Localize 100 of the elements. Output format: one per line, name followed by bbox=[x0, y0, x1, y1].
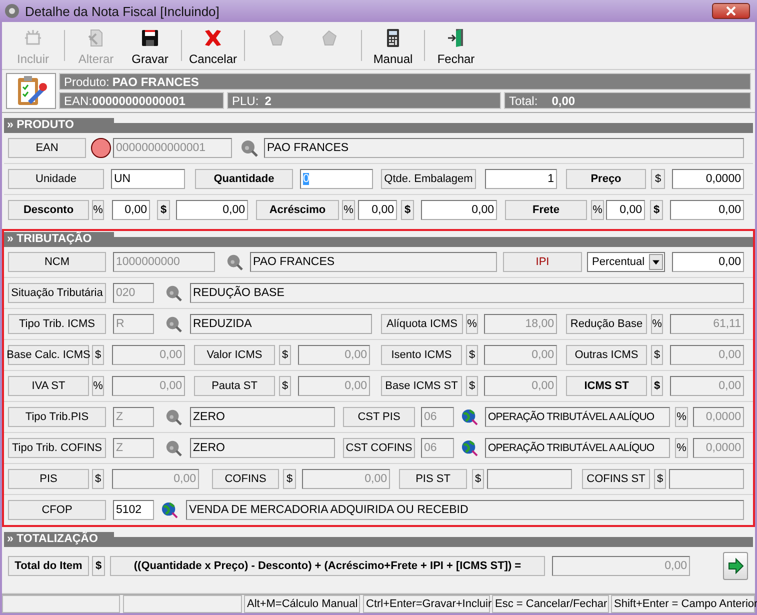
unit-label: % bbox=[92, 200, 104, 220]
search-icon[interactable] bbox=[165, 439, 182, 457]
product-text: Produto: bbox=[64, 74, 110, 88]
caret-icon bbox=[649, 254, 663, 270]
product-value: PAO FRANCES bbox=[112, 74, 199, 88]
field-label: ((Quantidade x Preço) - Desconto) + (Acréscimo+Frete + IPI + [ICMS ST]) = bbox=[110, 556, 545, 576]
globe-search-icon[interactable] bbox=[461, 439, 478, 457]
unit-label: $ bbox=[92, 556, 105, 576]
field-label: Pauta ST bbox=[194, 376, 275, 396]
field-label: Alíquota ICMS bbox=[381, 314, 463, 334]
input-field[interactable]: 0,00 bbox=[358, 200, 397, 220]
unit-label: $ bbox=[401, 200, 414, 220]
field-label: Tipo Trib. ICMS bbox=[8, 314, 106, 334]
field-label: Total do Item bbox=[8, 556, 89, 576]
field-label: Base ICMS ST bbox=[381, 376, 462, 396]
ean-value: 00000000000001 bbox=[92, 94, 186, 108]
section-header: » PRODUTO bbox=[4, 118, 114, 133]
unit-label: $ bbox=[654, 469, 666, 489]
input-field[interactable]: 0,00 bbox=[606, 200, 645, 220]
total-text: Total: bbox=[509, 94, 538, 108]
input-field[interactable]: 0 bbox=[300, 169, 373, 189]
field-label: PIS ST bbox=[399, 469, 467, 489]
input-field[interactable]: 0,00 bbox=[670, 200, 744, 220]
ean-text: EAN: bbox=[64, 94, 92, 108]
input-field[interactable]: 0,00 bbox=[672, 252, 744, 272]
search-icon[interactable] bbox=[165, 284, 182, 302]
field-label: PIS bbox=[8, 469, 89, 489]
field-label: Qtde. Embalagem bbox=[381, 169, 476, 189]
input-field[interactable]: OPERAÇÃO TRIBUTÁVEL A ALÍQUO bbox=[485, 407, 670, 427]
close-icon bbox=[726, 6, 736, 16]
unit-label: $ bbox=[651, 169, 665, 189]
input-field[interactable] bbox=[487, 469, 572, 489]
field-label: CFOP bbox=[8, 500, 106, 520]
unit-label: $ bbox=[92, 469, 104, 489]
close-button[interactable] bbox=[712, 3, 750, 19]
plu-text: PLU: bbox=[232, 94, 259, 108]
unit-label: % bbox=[591, 200, 604, 220]
input-field[interactable]: 1 bbox=[485, 169, 557, 189]
toolbar-button[interactable]: Gravar bbox=[126, 24, 174, 67]
globe-search-icon[interactable] bbox=[461, 408, 478, 426]
field-label: COFINS bbox=[212, 469, 279, 489]
input-field[interactable]: REDUZIDA bbox=[190, 314, 372, 334]
field-label: Tipo Trib. COFINS bbox=[8, 438, 106, 458]
input-field[interactable]: 0,0000 bbox=[672, 169, 744, 189]
field-label: Outras ICMS bbox=[566, 345, 647, 365]
field-label: Desconto bbox=[8, 200, 89, 220]
input-field[interactable]: 0,00 bbox=[421, 200, 497, 220]
unit-label: % bbox=[675, 438, 688, 458]
unit-label: $ bbox=[651, 376, 663, 396]
input-field[interactable]: REDUÇÃO BASE bbox=[190, 283, 744, 303]
field-label: Frete bbox=[505, 200, 587, 220]
section-header: » TRIBUTAÇÃO bbox=[4, 232, 114, 247]
input-field[interactable]: PAO FRANCES bbox=[250, 252, 497, 272]
field-label: Tipo Trib.PIS bbox=[8, 407, 106, 427]
search-icon[interactable] bbox=[226, 253, 243, 271]
field-label: Valor ICMS bbox=[194, 345, 275, 365]
input-field[interactable] bbox=[669, 469, 744, 489]
input-field[interactable]: VENDA DE MERCADORIA ADQUIRIDA OU RECEBID bbox=[186, 500, 744, 520]
status-panel: Esc = Cancelar/Fechar bbox=[492, 595, 609, 613]
globe-search-icon[interactable] bbox=[161, 501, 178, 519]
toolbar-button[interactable]: Cancelar bbox=[189, 24, 237, 67]
field-label: Acréscimo bbox=[256, 200, 339, 220]
input-field[interactable]: PAO FRANCES bbox=[264, 138, 744, 158]
field-label: Base Calc. ICMS bbox=[8, 345, 89, 365]
unit-label: $ bbox=[283, 469, 296, 489]
total-value: 0,00 bbox=[552, 94, 576, 108]
unit-label: $ bbox=[279, 376, 291, 396]
search-icon[interactable] bbox=[165, 315, 182, 333]
input-field[interactable]: ZERO bbox=[190, 407, 335, 427]
input-field[interactable]: 0,00 bbox=[176, 200, 248, 220]
field-label: IVA ST bbox=[8, 376, 89, 396]
input-field[interactable]: 5102 bbox=[113, 500, 154, 520]
unit-label: $ bbox=[651, 345, 663, 365]
input-field[interactable]: UN bbox=[111, 169, 185, 189]
field-label: Unidade bbox=[8, 169, 104, 189]
field-label: NCM bbox=[8, 252, 106, 272]
search-icon[interactable] bbox=[240, 139, 258, 157]
dropdown[interactable]: Percentual bbox=[587, 252, 665, 272]
unit-label: $ bbox=[472, 469, 484, 489]
field-label: Quantidade bbox=[195, 169, 293, 189]
status-panel: Alt+M=Cálculo Manual bbox=[244, 595, 360, 613]
unit-label: $ bbox=[650, 200, 663, 220]
field-label: EAN bbox=[8, 138, 86, 158]
unit-label: $ bbox=[92, 345, 104, 365]
toolbar-button[interactable]: Manual bbox=[369, 24, 417, 67]
input-field[interactable]: 0,00 bbox=[112, 200, 150, 220]
toolbar-button[interactable]: Fechar bbox=[432, 24, 480, 67]
arrow-icon bbox=[726, 557, 744, 575]
next-button[interactable] bbox=[723, 552, 748, 580]
window-title: Detalhe da Nota Fiscal [Incluindo] bbox=[25, 4, 220, 18]
input-field[interactable]: ZERO bbox=[190, 438, 335, 458]
unit-label: % bbox=[342, 200, 355, 220]
status-panel: Ctrl+Enter=Gravar+Incluir bbox=[363, 595, 490, 613]
unit-label: $ bbox=[279, 345, 291, 365]
search-icon[interactable] bbox=[165, 408, 182, 426]
field-label: CST PIS bbox=[343, 407, 415, 427]
unit-label: $ bbox=[466, 345, 478, 365]
unit-label: % bbox=[92, 376, 104, 396]
field-label: Preço bbox=[566, 169, 646, 189]
input-field[interactable]: OPERAÇÃO TRIBUTÁVEL A ALÍQUO bbox=[485, 438, 670, 458]
